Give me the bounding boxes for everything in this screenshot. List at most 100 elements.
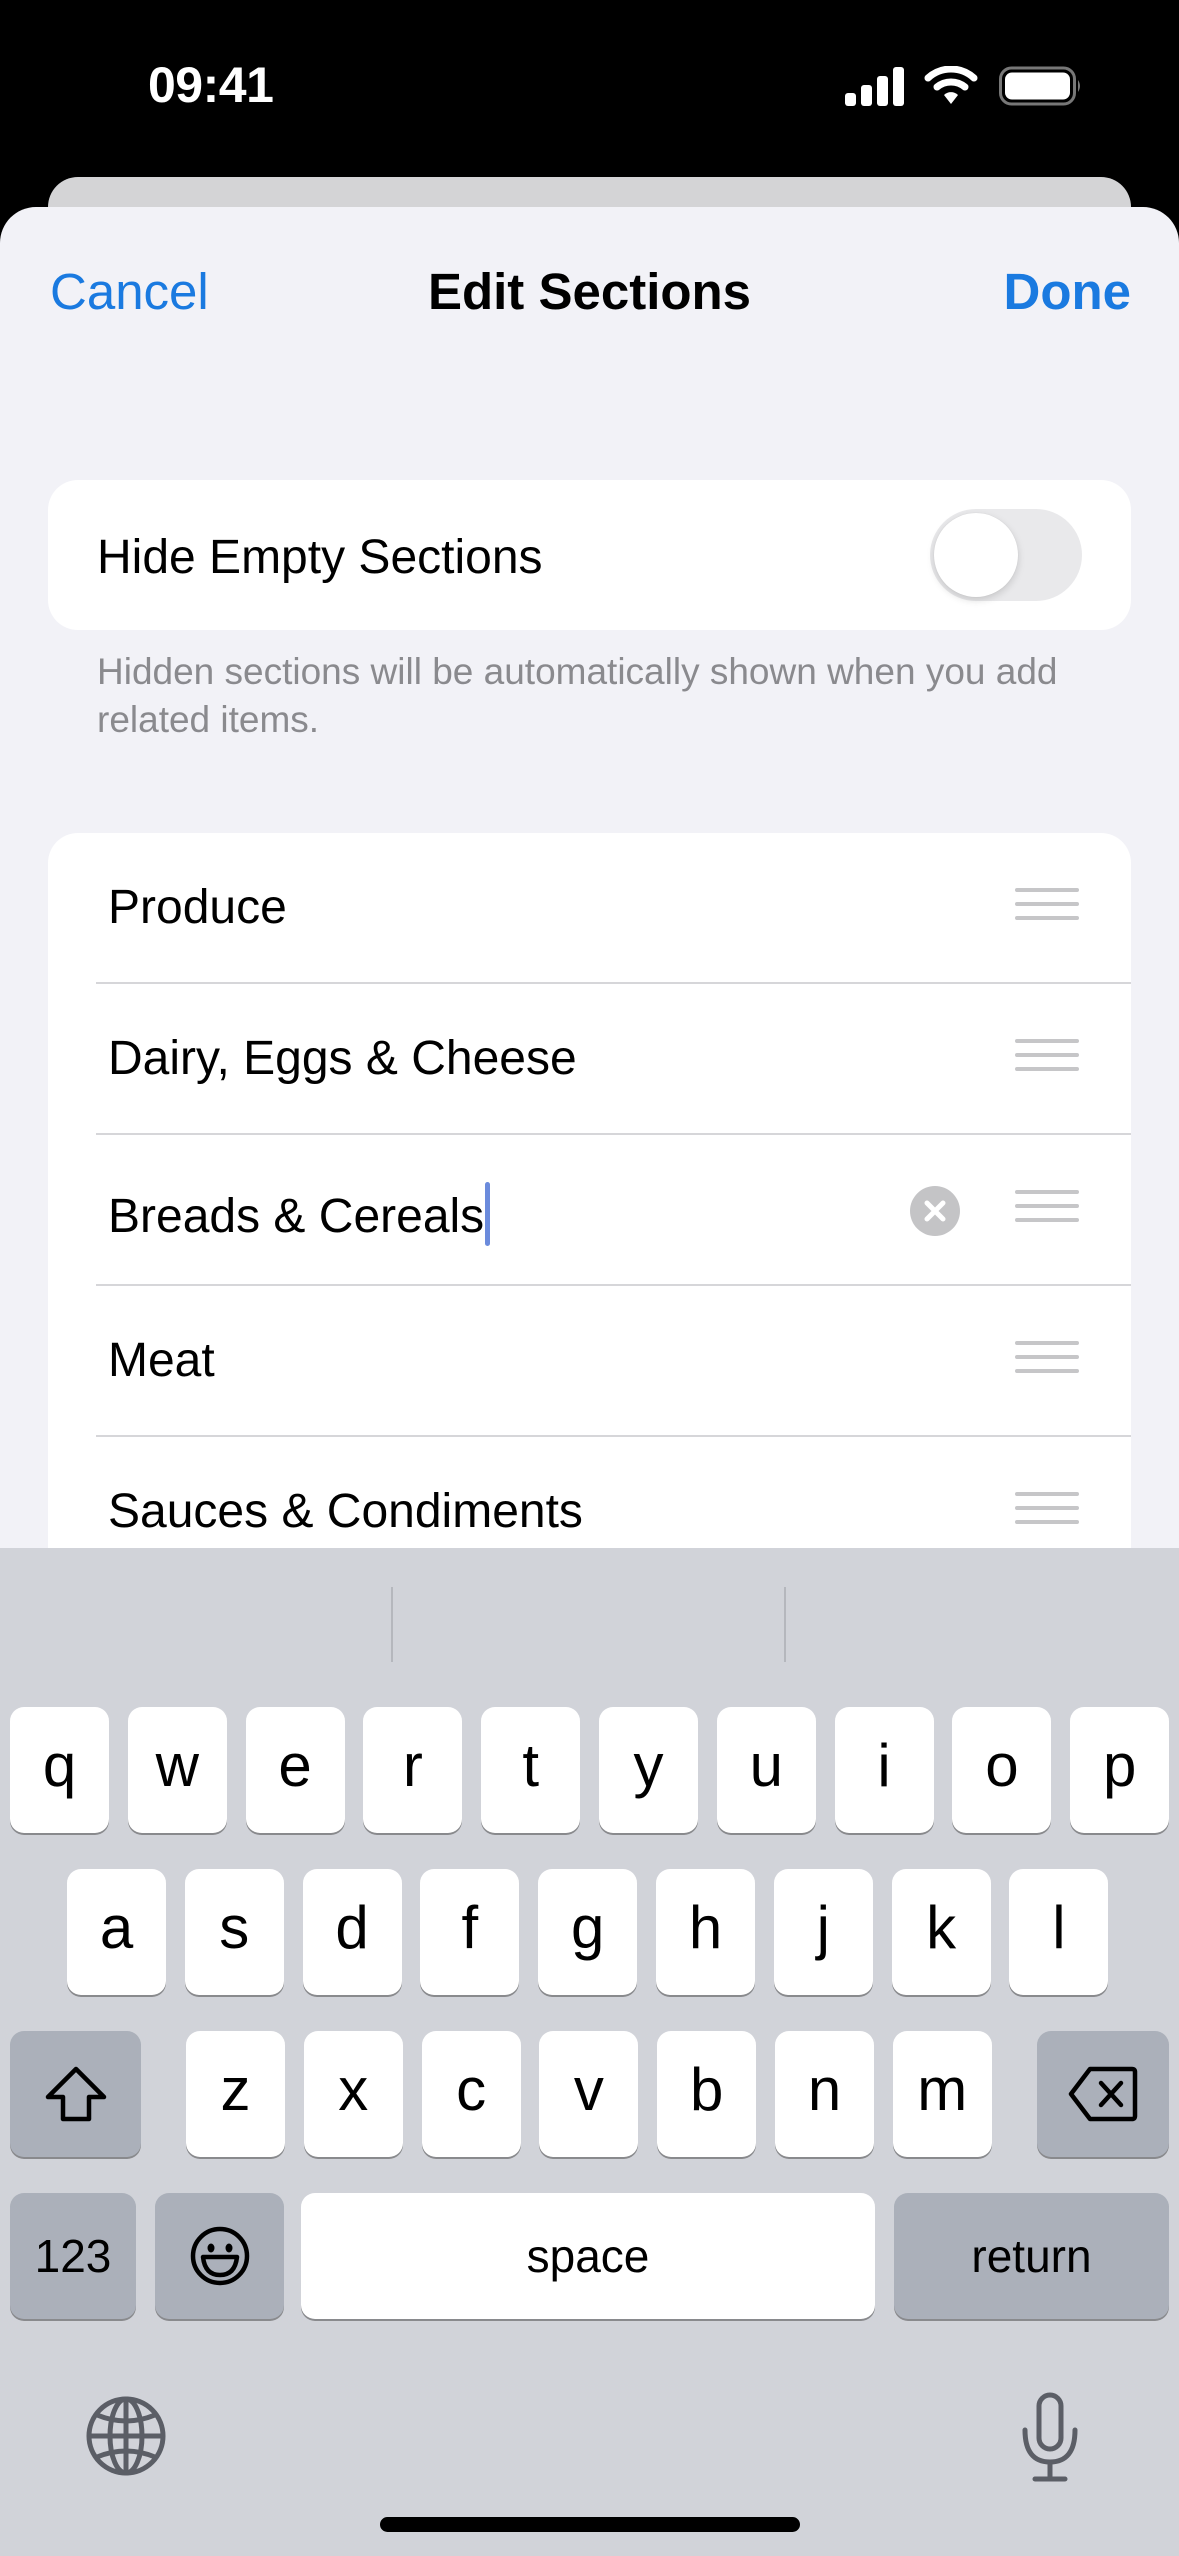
section-name-input-value: Breads & Cereals: [108, 1190, 485, 1243]
key-label: p: [1103, 1732, 1137, 1799]
key-label: a: [99, 1894, 134, 1961]
prediction-slot[interactable]: [786, 1548, 1179, 1698]
emoji-key[interactable]: [155, 2193, 284, 2319]
key-u[interactable]: u: [716, 1707, 816, 1833]
status-time: 09:41: [148, 57, 274, 113]
key-label: g: [571, 1894, 605, 1961]
key-z[interactable]: z: [186, 2031, 285, 2157]
reorder-handle-icon[interactable]: [1015, 1039, 1079, 1079]
key-label: s: [219, 1894, 250, 1961]
reorder-handle-icon[interactable]: [1015, 1190, 1079, 1230]
hide-empty-sections-toggle[interactable]: [930, 509, 1082, 601]
cellular-signal-icon: [845, 67, 904, 106]
key-label: b: [690, 2056, 724, 2123]
key-label: d: [335, 1894, 369, 1961]
cancel-button[interactable]: Cancel: [50, 262, 209, 321]
return-key-label: return: [971, 2230, 1092, 2282]
key-label: k: [926, 1894, 957, 1961]
key-f[interactable]: f: [420, 1869, 520, 1995]
key-g[interactable]: g: [538, 1869, 638, 1995]
space-key-label: space: [526, 2230, 650, 2282]
key-label: m: [917, 2056, 968, 2123]
section-row[interactable]: Meat: [48, 1286, 1131, 1437]
key-label: e: [278, 1732, 312, 1799]
home-indicator[interactable]: [380, 2517, 800, 2532]
battery-icon: [999, 66, 1080, 106]
key-j[interactable]: j: [773, 1869, 873, 1995]
toggle-knob: [934, 513, 1018, 597]
section-name: Meat: [108, 1334, 215, 1387]
key-label: h: [688, 1894, 723, 1961]
key-b[interactable]: b: [657, 2031, 757, 2157]
hide-empty-sections-footer: Hidden sections will be automatically sh…: [97, 651, 1058, 740]
key-d[interactable]: d: [302, 1869, 402, 1995]
clear-text-button[interactable]: [910, 1186, 960, 1236]
key-label: j: [816, 1894, 830, 1961]
done-button[interactable]: Done: [1004, 262, 1132, 321]
delete-icon: [1068, 2066, 1138, 2122]
key-label: y: [633, 1732, 664, 1799]
key-label: i: [877, 1732, 891, 1799]
hide-empty-sections-row: Hide Empty Sections: [48, 480, 1131, 630]
return-key[interactable]: return: [894, 2193, 1169, 2319]
space-key[interactable]: space: [301, 2193, 875, 2319]
section-name: Dairy, Eggs & Cheese: [108, 1032, 577, 1085]
section-row[interactable]: Produce: [48, 833, 1131, 984]
key-n[interactable]: n: [775, 2031, 874, 2157]
key-i[interactable]: i: [834, 1707, 934, 1833]
reorder-handle-icon[interactable]: [1015, 1492, 1079, 1532]
shift-key[interactable]: [10, 2031, 141, 2157]
section-row-editing[interactable]: Breads & Cereals: [48, 1135, 1131, 1286]
key-label: r: [402, 1732, 423, 1799]
section-row[interactable]: Dairy, Eggs & Cheese: [48, 984, 1131, 1135]
key-q[interactable]: q: [10, 1707, 109, 1833]
section-name-input[interactable]: Breads & Cereals: [108, 1182, 491, 1246]
key-r[interactable]: r: [363, 1707, 463, 1833]
section-name: Sauces & Condiments: [108, 1485, 583, 1538]
hide-empty-sections-label: Hide Empty Sections: [97, 531, 543, 584]
key-a[interactable]: a: [67, 1869, 166, 1995]
keyboard: 123 space return q w e r t y u i o p a s d f g h j k l z x c v…: [0, 1548, 1179, 2556]
sections-list: Produce Dairy, Eggs & Cheese Breads & Ce…: [48, 833, 1131, 1593]
key-y[interactable]: y: [599, 1707, 698, 1833]
emoji-icon: [190, 2226, 249, 2286]
key-label: v: [573, 2056, 604, 2123]
key-v[interactable]: v: [539, 2031, 639, 2157]
key-label: c: [456, 2056, 487, 2123]
globe-icon[interactable]: [85, 2395, 167, 2477]
numbers-key[interactable]: 123: [10, 2193, 136, 2319]
key-x[interactable]: x: [303, 2031, 403, 2157]
key-label: t: [522, 1732, 540, 1799]
prediction-slot[interactable]: [393, 1548, 784, 1698]
key-label: l: [1052, 1894, 1066, 1961]
shift-icon: [45, 2066, 106, 2122]
wifi-icon: [924, 66, 978, 104]
reorder-handle-icon[interactable]: [1015, 888, 1079, 928]
key-s[interactable]: s: [184, 1869, 284, 1995]
delete-key[interactable]: [1037, 2031, 1169, 2157]
key-label: w: [155, 1732, 199, 1799]
microphone-icon[interactable]: [1015, 2392, 1085, 2484]
key-o[interactable]: o: [952, 1707, 1052, 1833]
key-e[interactable]: e: [245, 1707, 345, 1833]
text-cursor: [485, 1182, 491, 1246]
key-label: x: [338, 2056, 369, 2123]
key-label: f: [461, 1894, 479, 1961]
key-p[interactable]: p: [1070, 1707, 1170, 1833]
prediction-slot[interactable]: [0, 1548, 391, 1698]
key-m[interactable]: m: [892, 2031, 992, 2157]
reorder-handle-icon[interactable]: [1015, 1341, 1079, 1381]
key-label: q: [42, 1732, 77, 1799]
section-name: Produce: [108, 881, 287, 934]
key-t[interactable]: t: [481, 1707, 581, 1833]
key-label: z: [220, 2056, 251, 2123]
key-h[interactable]: h: [656, 1869, 755, 1995]
numbers-key-label: 123: [34, 2230, 112, 2282]
clear-x-icon: [924, 1200, 946, 1222]
key-w[interactable]: w: [127, 1707, 227, 1833]
key-label: u: [749, 1732, 783, 1799]
key-c[interactable]: c: [421, 2031, 521, 2157]
key-l[interactable]: l: [1009, 1869, 1109, 1995]
key-k[interactable]: k: [891, 1869, 991, 1995]
key-label: o: [985, 1732, 1019, 1799]
